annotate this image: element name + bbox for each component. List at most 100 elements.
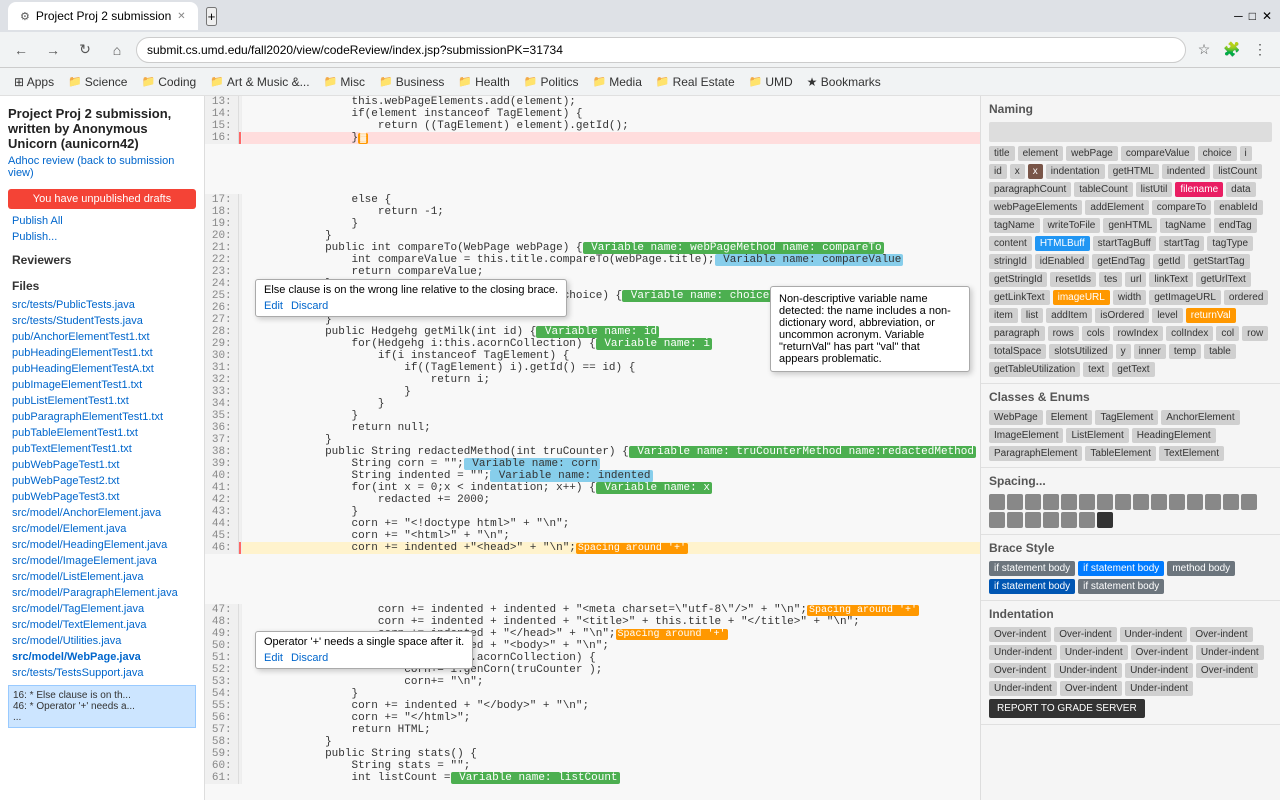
tag-paragraphcount[interactable]: paragraphCount xyxy=(989,182,1071,197)
report-to-grade-server-button[interactable]: REPORT TO GRADE SERVER xyxy=(989,699,1145,718)
url-bar[interactable] xyxy=(136,37,1186,63)
tag-ordered[interactable]: ordered xyxy=(1224,290,1268,305)
tag-htmlbuff[interactable]: HTMLBuff xyxy=(1035,236,1090,251)
tag-rowindex[interactable]: rowIndex xyxy=(1113,326,1164,341)
brace-tag-if1[interactable]: if statement body xyxy=(989,561,1075,576)
bookmark-art-music[interactable]: Art & Music &... xyxy=(204,73,315,91)
tag-gettableutilization[interactable]: getTableUtilization xyxy=(989,362,1080,377)
tab-close-button[interactable]: ✕ xyxy=(177,11,185,22)
indent-tag-9[interactable]: Over-indent xyxy=(989,663,1051,678)
indent-tag-6[interactable]: Under-indent xyxy=(1060,645,1128,660)
tag-class-list[interactable]: ListElement xyxy=(1066,428,1128,443)
spacing-box-10[interactable] xyxy=(1151,494,1167,510)
brace-tag-method[interactable]: method body xyxy=(1167,561,1235,576)
tag-stringid[interactable]: stringId xyxy=(989,254,1032,269)
publish-link[interactable]: Publish... xyxy=(0,229,204,245)
adhoc-review-link[interactable]: Adhoc review xyxy=(8,155,74,167)
indent-tag-13[interactable]: Under-indent xyxy=(989,681,1057,696)
file-model-list[interactable]: src/model/ListElement.java xyxy=(0,569,204,585)
spacing-box-1[interactable] xyxy=(989,494,1005,510)
tag-comparevalue[interactable]: compareValue xyxy=(1121,146,1195,161)
tag-additem[interactable]: addItem xyxy=(1046,308,1092,323)
tag-starttagbuff[interactable]: startTagBuff xyxy=(1093,236,1156,251)
indent-tag-11[interactable]: Under-indent xyxy=(1125,663,1193,678)
indent-tag-10[interactable]: Under-indent xyxy=(1054,663,1122,678)
tag-webpageelements[interactable]: webPageElements xyxy=(989,200,1082,215)
tag-inner[interactable]: inner xyxy=(1134,344,1166,359)
bookmark-business[interactable]: Business xyxy=(373,73,450,91)
tooltip-operator-discard-button[interactable]: Discard xyxy=(291,652,328,664)
spacing-box-6[interactable] xyxy=(1079,494,1095,510)
maximize-button[interactable]: □ xyxy=(1249,9,1256,23)
bookmark-health[interactable]: Health xyxy=(452,73,515,91)
tag-url[interactable]: url xyxy=(1125,272,1146,287)
new-tab-button[interactable]: + xyxy=(206,7,218,26)
tag-class-anchor[interactable]: AnchorElement xyxy=(1161,410,1239,425)
tag-indentation2[interactable]: indentation xyxy=(1046,164,1105,179)
tag-choice[interactable]: choice xyxy=(1198,146,1237,161)
tag-slotsutilized[interactable]: slotsUtilized xyxy=(1049,344,1112,359)
file-pub-webpage2[interactable]: pubWebPageTest2.txt xyxy=(0,473,204,489)
bookmark-media[interactable]: Media xyxy=(587,73,648,91)
file-model-anchor[interactable]: src/model/AnchorElement.java xyxy=(0,505,204,521)
tag-temp[interactable]: temp xyxy=(1169,344,1201,359)
tag-imageurl[interactable]: imageURL xyxy=(1053,290,1110,305)
tag-enableid[interactable]: enableId xyxy=(1214,200,1262,215)
publish-all-link[interactable]: Publish All xyxy=(0,213,204,229)
tag-addelement[interactable]: addElement xyxy=(1085,200,1148,215)
tag-text[interactable]: text xyxy=(1083,362,1109,377)
code-area[interactable]: Else clause is on the wrong line relativ… xyxy=(205,96,980,800)
tag-content[interactable]: content xyxy=(989,236,1032,251)
tag-x[interactable]: x xyxy=(1010,164,1025,179)
tag-genhtml[interactable]: genHTML xyxy=(1103,218,1157,233)
tag-listcount[interactable]: listCount xyxy=(1213,164,1262,179)
tag-endtag[interactable]: endTag xyxy=(1214,218,1257,233)
bookmark-misc[interactable]: Misc xyxy=(318,73,371,91)
indent-tag-2[interactable]: Over-indent xyxy=(1054,627,1116,642)
tooltip-operator-edit-button[interactable]: Edit xyxy=(264,652,283,664)
file-model-text[interactable]: src/model/TextElement.java xyxy=(0,617,204,633)
reload-button[interactable]: ↻ xyxy=(72,37,98,63)
tag-table[interactable]: table xyxy=(1204,344,1236,359)
spacing-box-7[interactable] xyxy=(1097,494,1113,510)
tooltip-discard-button[interactable]: Discard xyxy=(291,300,328,312)
tag-getlinktext[interactable]: getLinkText xyxy=(989,290,1050,305)
tag-getid[interactable]: getId xyxy=(1153,254,1185,269)
forward-button[interactable]: → xyxy=(40,37,66,63)
file-pub-image[interactable]: pubImageElementTest1.txt xyxy=(0,377,204,393)
tag-class-element[interactable]: Element xyxy=(1046,410,1093,425)
tag-returnval[interactable]: returnVal xyxy=(1186,308,1236,323)
tag-col[interactable]: col xyxy=(1216,326,1239,341)
tooltip-edit-button[interactable]: Edit xyxy=(264,300,283,312)
indent-tag-8[interactable]: Under-indent xyxy=(1196,645,1264,660)
tag-class-image[interactable]: ImageElement xyxy=(989,428,1063,443)
indent-tag-12[interactable]: Over-indent xyxy=(1196,663,1258,678)
spacing-box-2[interactable] xyxy=(1007,494,1023,510)
file-student-tests[interactable]: src/tests/StudentTests.java xyxy=(0,313,204,329)
tag-data[interactable]: data xyxy=(1226,182,1255,197)
tag-tablecount[interactable]: tableCount xyxy=(1074,182,1132,197)
indent-tag-1[interactable]: Over-indent xyxy=(989,627,1051,642)
tag-tes[interactable]: tes xyxy=(1099,272,1122,287)
spacing-box-17[interactable] xyxy=(1007,512,1023,528)
tag-starttag[interactable]: startTag xyxy=(1159,236,1205,251)
tag-cols[interactable]: cols xyxy=(1082,326,1110,341)
tag-class-table[interactable]: TableElement xyxy=(1085,446,1156,461)
extensions-icon[interactable]: 🧩 xyxy=(1220,38,1244,62)
tag-linktext[interactable]: linkText xyxy=(1149,272,1192,287)
tag-webpage[interactable]: webPage xyxy=(1066,146,1118,161)
tag-getstarttag[interactable]: getStartTag xyxy=(1188,254,1249,269)
spacing-box-18[interactable] xyxy=(1025,512,1041,528)
tag-title[interactable]: title xyxy=(989,146,1015,161)
tag-getimageurl[interactable]: getImageURL xyxy=(1149,290,1221,305)
spacing-box-20[interactable] xyxy=(1061,512,1077,528)
tag-indented[interactable]: indented xyxy=(1162,164,1210,179)
file-pub-headinga[interactable]: pubHeadingElementTestA.txt xyxy=(0,361,204,377)
file-pub-table[interactable]: pubTableElementTest1.txt xyxy=(0,425,204,441)
tag-element[interactable]: element xyxy=(1018,146,1064,161)
tag-geturltext[interactable]: getUrlText xyxy=(1196,272,1251,287)
settings-icon[interactable]: ⋮ xyxy=(1248,38,1272,62)
tag-colindex[interactable]: colIndex xyxy=(1166,326,1213,341)
file-pub-text[interactable]: pubTextElementTest1.txt xyxy=(0,441,204,457)
bookmark-science[interactable]: Science xyxy=(62,73,133,91)
